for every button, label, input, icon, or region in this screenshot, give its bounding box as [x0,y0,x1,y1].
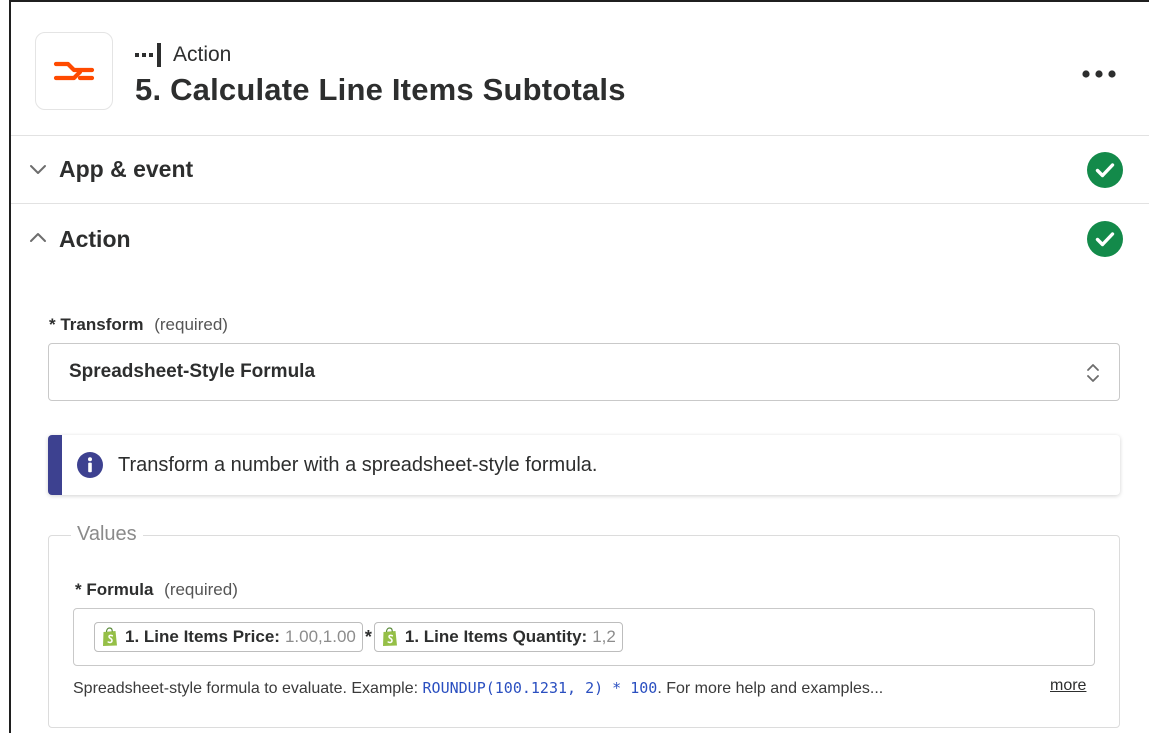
field-pill-line-items-quantity[interactable]: 1. Line Items Quantity: 1,2 [373,622,623,652]
step-type-label: Action [173,43,232,66]
help-example-code: ROUNDUP(100.1231, 2) * 100 [422,679,658,697]
pill-sample-value: 1,2 [592,627,616,646]
formatter-icon [53,61,95,81]
field-pill-line-items-price[interactable]: 1. Line Items Price: 1.00,1.00 [94,622,363,652]
transform-select-value: Spreadsheet-Style Formula [69,361,316,382]
shopify-icon [382,627,397,646]
values-legend: Values [71,523,143,546]
section-action[interactable]: Action [11,205,1149,273]
step-panel: Action 5. Calculate Line Items Subtotals… [9,0,1149,733]
section-app-event-title: App & event [59,156,194,182]
chevron-up-icon [30,233,46,242]
required-hint: (required) [154,315,228,334]
check-circle-icon [1087,221,1123,257]
step-type: Action [135,42,231,68]
section-app-event[interactable]: App & event [11,136,1149,204]
step-header: Action 5. Calculate Line Items Subtotals [11,2,1149,136]
transform-label: * Transform (required) [49,315,228,335]
pill-label: 1. Line Items Quantity: [404,627,588,646]
formula-input[interactable]: 1. Line Items Price: 1.00,1.00 * 1. Line… [73,608,1095,666]
required-asterisk: * [75,580,82,599]
formula-label: * Formula (required) [75,580,238,600]
shopify-icon [103,627,117,646]
more-link[interactable]: more [1050,677,1086,695]
info-callout: Transform a number with a spreadsheet-st… [48,435,1120,495]
required-asterisk: * [49,315,56,334]
transform-select[interactable]: Spreadsheet-Style Formula [48,343,1120,401]
more-horizontal-icon [1082,70,1116,78]
chevron-up-down-icon [1087,364,1099,382]
formatter-app-icon [35,32,113,110]
more-options-button[interactable] [1079,60,1119,88]
pill-label: 1. Line Items Price: [125,627,280,646]
formula-operator: * [364,626,372,647]
help-prefix: Spreadsheet-style formula to evaluate. E… [73,680,419,697]
transform-label-text: Transform [60,315,144,334]
section-action-title: Action [59,225,131,252]
info-text: Transform a number with a spreadsheet-st… [118,454,598,476]
step-title[interactable]: 5. Calculate Line Items Subtotals [135,72,626,108]
info-icon [77,452,103,478]
formula-label-text: Formula [86,580,154,599]
check-circle-icon [1087,152,1123,188]
chevron-down-icon [30,165,46,174]
help-suffix: . For more help and examples... [657,680,884,697]
required-hint: (required) [164,580,238,599]
formula-help-text: Spreadsheet-style formula to evaluate. E… [73,679,1103,698]
pill-sample-value: 1.00,1.00 [284,627,356,646]
action-step-icon [135,43,161,67]
